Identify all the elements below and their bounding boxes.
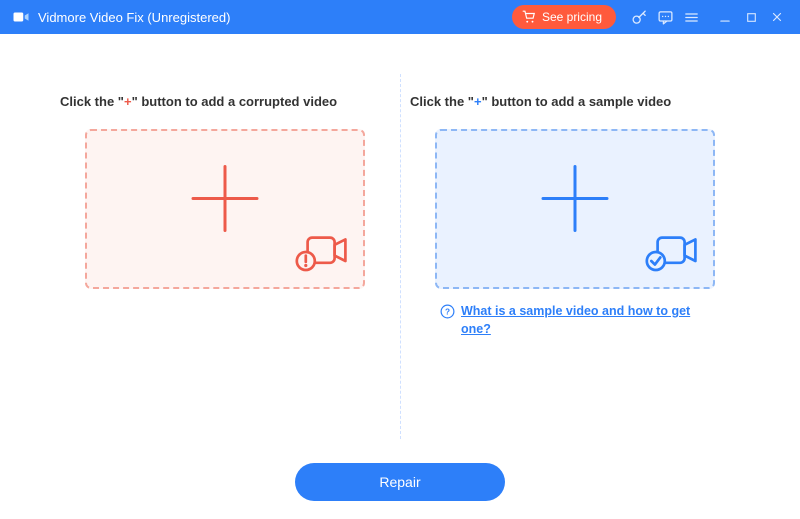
plus-icon	[185, 159, 265, 244]
key-icon[interactable]	[626, 4, 652, 30]
sample-video-help-link[interactable]: What is a sample video and how to get on…	[461, 303, 720, 338]
title-text: " button to add a sample video	[482, 94, 672, 109]
sample-video-panel: Click the "+" button to add a sample vid…	[410, 129, 740, 338]
corrupted-panel-title: Click the "+" button to add a corrupted …	[60, 94, 390, 109]
chat-icon[interactable]	[652, 4, 678, 30]
main-content: Click the "+" button to add a corrupted …	[0, 34, 800, 449]
question-icon: ?	[440, 304, 455, 322]
sample-panel-title: Click the "+" button to add a sample vid…	[410, 94, 740, 109]
camera-error-icon	[295, 232, 349, 277]
vertical-divider	[400, 74, 401, 439]
see-pricing-label: See pricing	[542, 10, 602, 24]
title-text: Click the "	[410, 94, 474, 109]
footer: Repair	[0, 463, 800, 501]
sample-video-helper: ? What is a sample video and how to get …	[410, 303, 740, 338]
menu-icon[interactable]	[678, 4, 704, 30]
add-corrupted-video-dropzone[interactable]	[85, 129, 365, 289]
see-pricing-button[interactable]: See pricing	[512, 5, 616, 29]
repair-button[interactable]: Repair	[295, 463, 505, 501]
camera-check-icon	[645, 232, 699, 277]
window-title: Vidmore Video Fix (Unregistered)	[38, 10, 230, 25]
app-logo-icon	[12, 8, 30, 26]
plus-icon-inline: +	[474, 94, 482, 109]
maximize-icon[interactable]	[738, 4, 764, 30]
plus-icon	[535, 159, 615, 244]
add-sample-video-dropzone[interactable]	[435, 129, 715, 289]
svg-text:?: ?	[445, 308, 450, 317]
corrupted-video-panel: Click the "+" button to add a corrupted …	[60, 129, 390, 289]
cart-icon	[522, 10, 536, 24]
title-text: " button to add a corrupted video	[132, 94, 338, 109]
titlebar: Vidmore Video Fix (Unregistered) See pri…	[0, 0, 800, 34]
minimize-icon[interactable]	[712, 4, 738, 30]
title-text: Click the "	[60, 94, 124, 109]
close-icon[interactable]	[764, 4, 790, 30]
plus-icon-inline: +	[124, 94, 132, 109]
